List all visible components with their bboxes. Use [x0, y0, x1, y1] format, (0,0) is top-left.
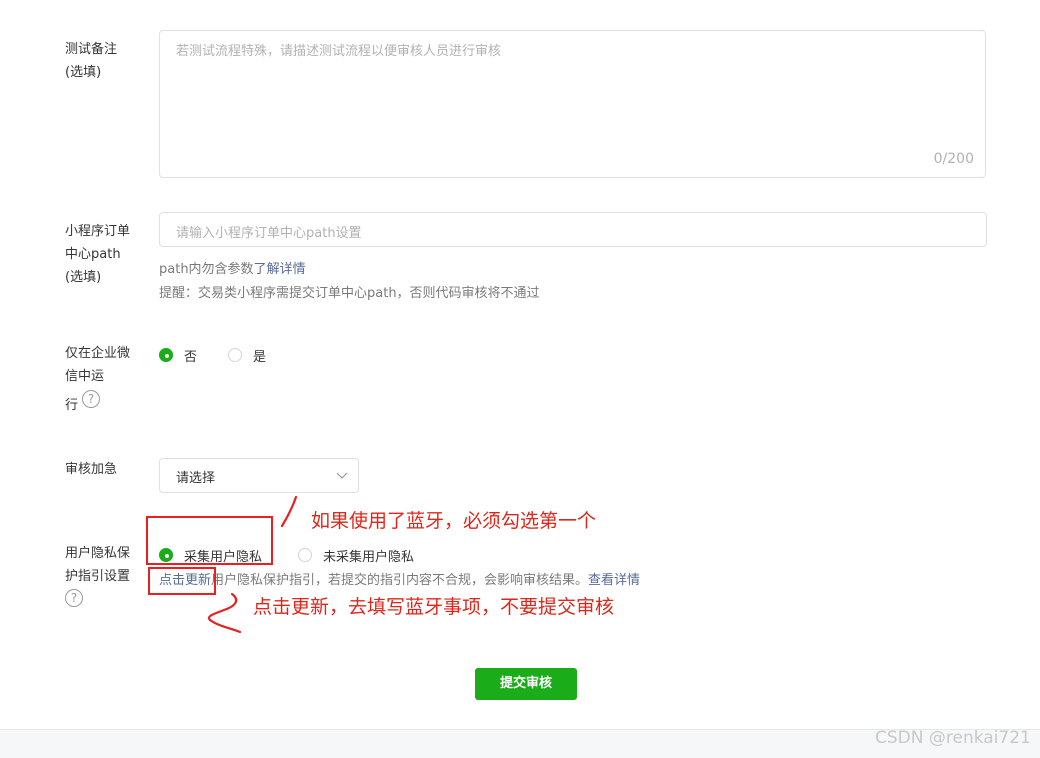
test-notes-label: 测试备注 (选填): [65, 42, 118, 80]
privacy-hint: 点击更新用户隐私保护指引，若提交的指引内容不合规，会影响审核结果。查看详情: [159, 569, 640, 588]
privacy-label: 用户隐私保 护指引设置: [65, 546, 131, 584]
order-path-hint-text: path内勿含参数: [159, 262, 254, 277]
expedite-select-value: 请选择: [176, 471, 216, 486]
wecom-option-yes-label: 是: [253, 350, 267, 365]
annotation-note-2: 点击更新，去填写蓝牙事项，不要提交审核: [253, 596, 615, 618]
order-path-label: 小程序订单 中心path (选填): [65, 224, 131, 285]
wecom-only-label: 仅在企业微 信中运 行: [65, 346, 131, 413]
order-path-placeholder: 请输入小程序订单中心path设置: [176, 226, 362, 241]
expedite-label: 审核加急: [65, 462, 118, 477]
view-details-link[interactable]: 查看详情: [588, 573, 640, 588]
watermark: CSDN @renkai721: [875, 728, 1031, 748]
help-question-icon[interactable]: ?: [65, 589, 83, 607]
test-notes-placeholder: 若测试流程特殊，请描述测试流程以便审核人员进行审核: [176, 44, 502, 59]
order-path-hint: path内勿含参数了解详情: [159, 258, 306, 277]
order-path-input[interactable]: 请输入小程序订单中心path设置: [159, 212, 987, 247]
wecom-option-yes[interactable]: 是: [228, 346, 288, 365]
chevron-down-icon: [336, 472, 348, 479]
annotation-box-option: [146, 516, 273, 565]
wecom-option-no[interactable]: 否: [159, 346, 219, 365]
order-path-reminder: 提醒：交易类小程序需提交订单中心path，否则代码审核将不通过: [159, 286, 540, 301]
test-notes-textarea[interactable]: 若测试流程特殊，请描述测试流程以便审核人员进行审核 0/200: [159, 30, 986, 178]
expedite-select[interactable]: 请选择: [159, 458, 359, 493]
privacy-description: 用户隐私保护指引，若提交的指引内容不合规，会影响审核结果。: [211, 573, 589, 588]
wecom-option-no-label: 否: [184, 350, 198, 365]
radio-unchecked-icon[interactable]: [228, 348, 242, 362]
radio-checked-icon[interactable]: [159, 348, 173, 362]
privacy-option-not-collect-label: 未采集用户隐私: [323, 550, 415, 565]
char-counter: 0/200: [933, 151, 974, 167]
submit-review-button[interactable]: 提交审核: [475, 668, 577, 700]
learn-more-link[interactable]: 了解详情: [254, 262, 306, 277]
radio-unchecked-icon[interactable]: [298, 548, 312, 562]
annotation-stroke-mark: [280, 495, 298, 528]
help-question-icon[interactable]: ?: [82, 390, 100, 408]
privacy-option-not-collect[interactable]: 未采集用户隐私: [298, 546, 438, 565]
annotation-curly-mark: [207, 592, 242, 634]
annotation-note-1: 如果使用了蓝牙，必须勾选第一个: [311, 510, 597, 532]
